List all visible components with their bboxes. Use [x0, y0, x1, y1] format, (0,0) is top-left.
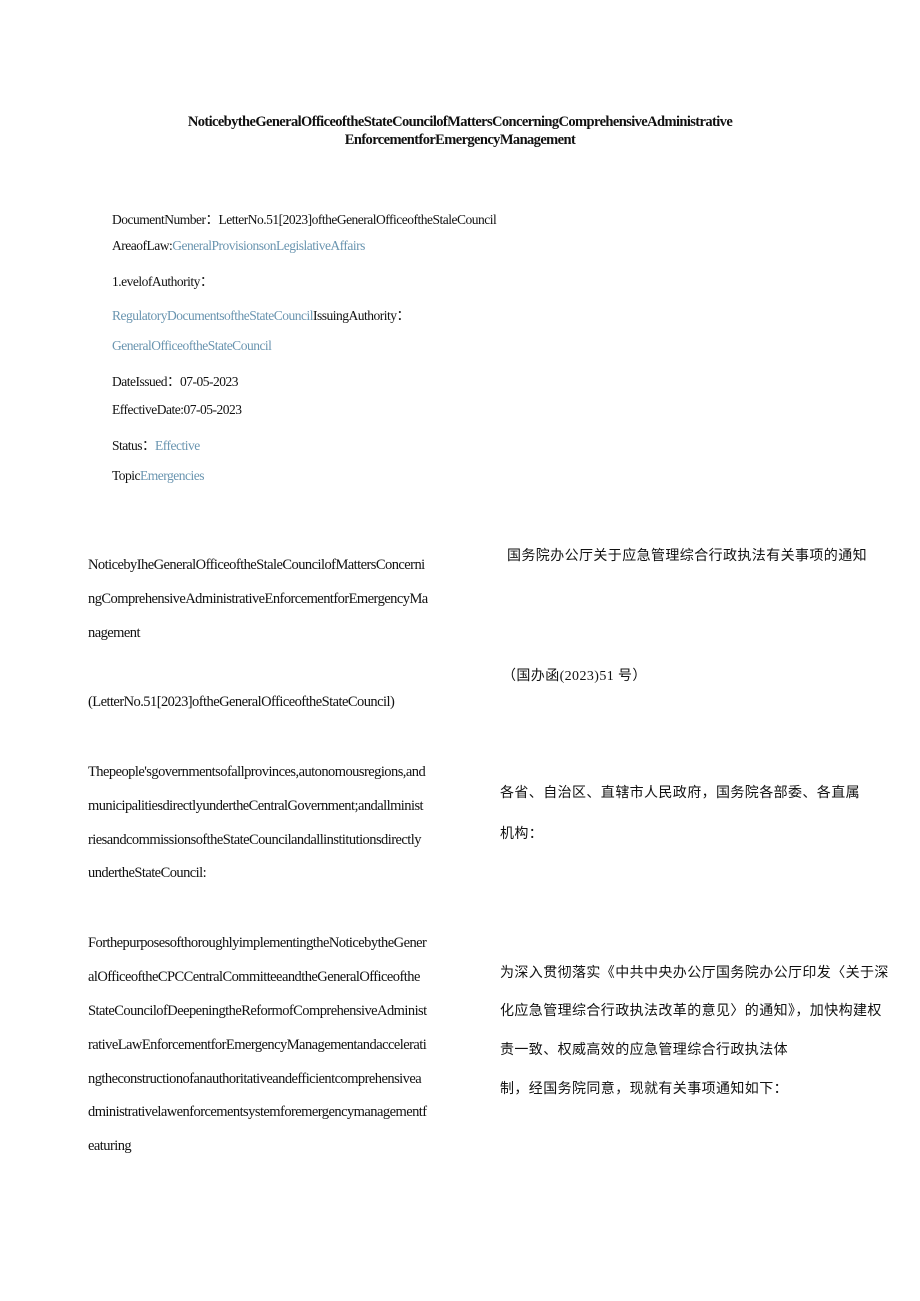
meta-level-of-authority-label: 1.evelofAuthority： — [112, 270, 213, 290]
english-letter-number: (LetterNo.51[2023]oftheGeneralOfficeofth… — [88, 694, 395, 710]
topic-label: Topic — [112, 468, 141, 483]
english-body-line: dministrativelawenforcementsystemforemer… — [88, 1104, 427, 1120]
chinese-addressee-line: 各省、自治区、直辖市人民政府，国务院各部委、各直属 — [500, 785, 860, 801]
meta-effective-date: EffectiveDate:07-05-2023 — [112, 402, 242, 418]
effective-date-label: EffectiveDate: — [112, 402, 184, 417]
document-number-value: LetterNo.51[2023]oftheGeneralOfficeofthe… — [218, 212, 497, 227]
english-body-line: alOfficeoftheCPCCentralCommitteeandtheGe… — [88, 969, 420, 985]
chinese-body-line: 制，经国务院同意，现就有关事项通知如下： — [500, 1081, 788, 1097]
english-title-line: nagement — [88, 625, 141, 641]
english-body-line: StateCouncilofDeepeningtheReformofCompre… — [88, 1003, 427, 1019]
english-body-line: Forthepurposesofthoroughlyimplementingth… — [88, 935, 427, 951]
chinese-title: 国务院办公厅关于应急管理综合行政执法有关事项的通知 — [507, 548, 867, 564]
meta-date-issued: DateIssued：07-05-2023 — [112, 370, 238, 390]
english-body-line: eaturing — [88, 1138, 132, 1154]
document-title-line-1: NoticebytheGeneralOfficeoftheStateCounci… — [187, 114, 733, 130]
english-addressee-line: riesandcommissionsoftheStateCouncilandal… — [88, 832, 421, 848]
issuing-authority-link[interactable]: GeneralOfficeoftheStateCouncil — [112, 338, 272, 353]
level-of-authority-label: 1.evelofAuthority： — [112, 274, 213, 289]
area-of-law-link[interactable]: GeneralProvisionsonLegislativeAffairs — [172, 238, 365, 253]
english-addressee-line: Thepeople'sgovernmentsofallprovinces,aut… — [88, 764, 426, 780]
effective-date-value: 07-05-2023 — [183, 402, 242, 417]
issuing-authority-label: IssuingAuthority： — [312, 308, 410, 323]
english-addressee-line: municipalitiesdirectlyundertheCentralGov… — [88, 798, 424, 814]
meta-status: Status：Effective — [112, 434, 200, 454]
meta-level-and-issuing: RegulatoryDocumentsoftheStateCouncilIssu… — [112, 304, 410, 324]
meta-issuing-authority: GeneralOfficeoftheStateCouncil — [112, 338, 272, 354]
document-number-label: DocumentNumber： — [112, 212, 219, 227]
chinese-letter-number: （国办函(2023)51 号） — [502, 669, 647, 684]
level-of-authority-link[interactable]: RegulatoryDocumentsoftheStateCouncil — [112, 308, 313, 323]
chinese-body-line: 化应急管理综合行政执法改革的意见〉的通知》，加快构建权 — [500, 1003, 882, 1019]
area-of-law-label: AreaofLaw: — [112, 238, 173, 253]
english-addressee-line: undertheStateCouncil: — [88, 865, 207, 881]
chinese-addressee-line: 机构： — [500, 826, 544, 842]
meta-area-of-law: AreaofLaw:GeneralProvisionsonLegislative… — [112, 238, 365, 254]
status-link[interactable]: Effective — [155, 438, 200, 453]
topic-link[interactable]: Emergencies — [140, 468, 204, 483]
english-title-line: NoticebyIheGeneralOfficeoftheStaleCounci… — [88, 557, 425, 573]
date-issued-label: DateIssued： — [112, 374, 180, 389]
meta-document-number: DocumentNumber：LetterNo.51[2023]oftheGen… — [112, 208, 497, 228]
status-label: Status： — [112, 438, 156, 453]
english-body-line: rativeLawEnforcementforEmergencyManageme… — [88, 1037, 427, 1053]
document-title-line-2: EnforcementforEmergencyManagement — [344, 132, 576, 148]
chinese-body-line: 为深入贯彻落实《中共中央办公厅国务院办公厅印发〈关于深 — [500, 965, 889, 981]
date-issued-value: 07-05-2023 — [179, 374, 239, 389]
english-title-line: ngComprehensiveAdministrativeEnforcement… — [88, 591, 428, 607]
meta-topic: TopicEmergencies — [112, 468, 205, 484]
document-title: NoticebytheGeneralOfficeoftheStateCounci… — [100, 113, 820, 149]
english-body-line: ngtheconstructionofanauthoritativeandeff… — [88, 1071, 422, 1087]
chinese-body-line: 责一致、权威高效的应急管理综合行政执法体 — [500, 1042, 788, 1058]
